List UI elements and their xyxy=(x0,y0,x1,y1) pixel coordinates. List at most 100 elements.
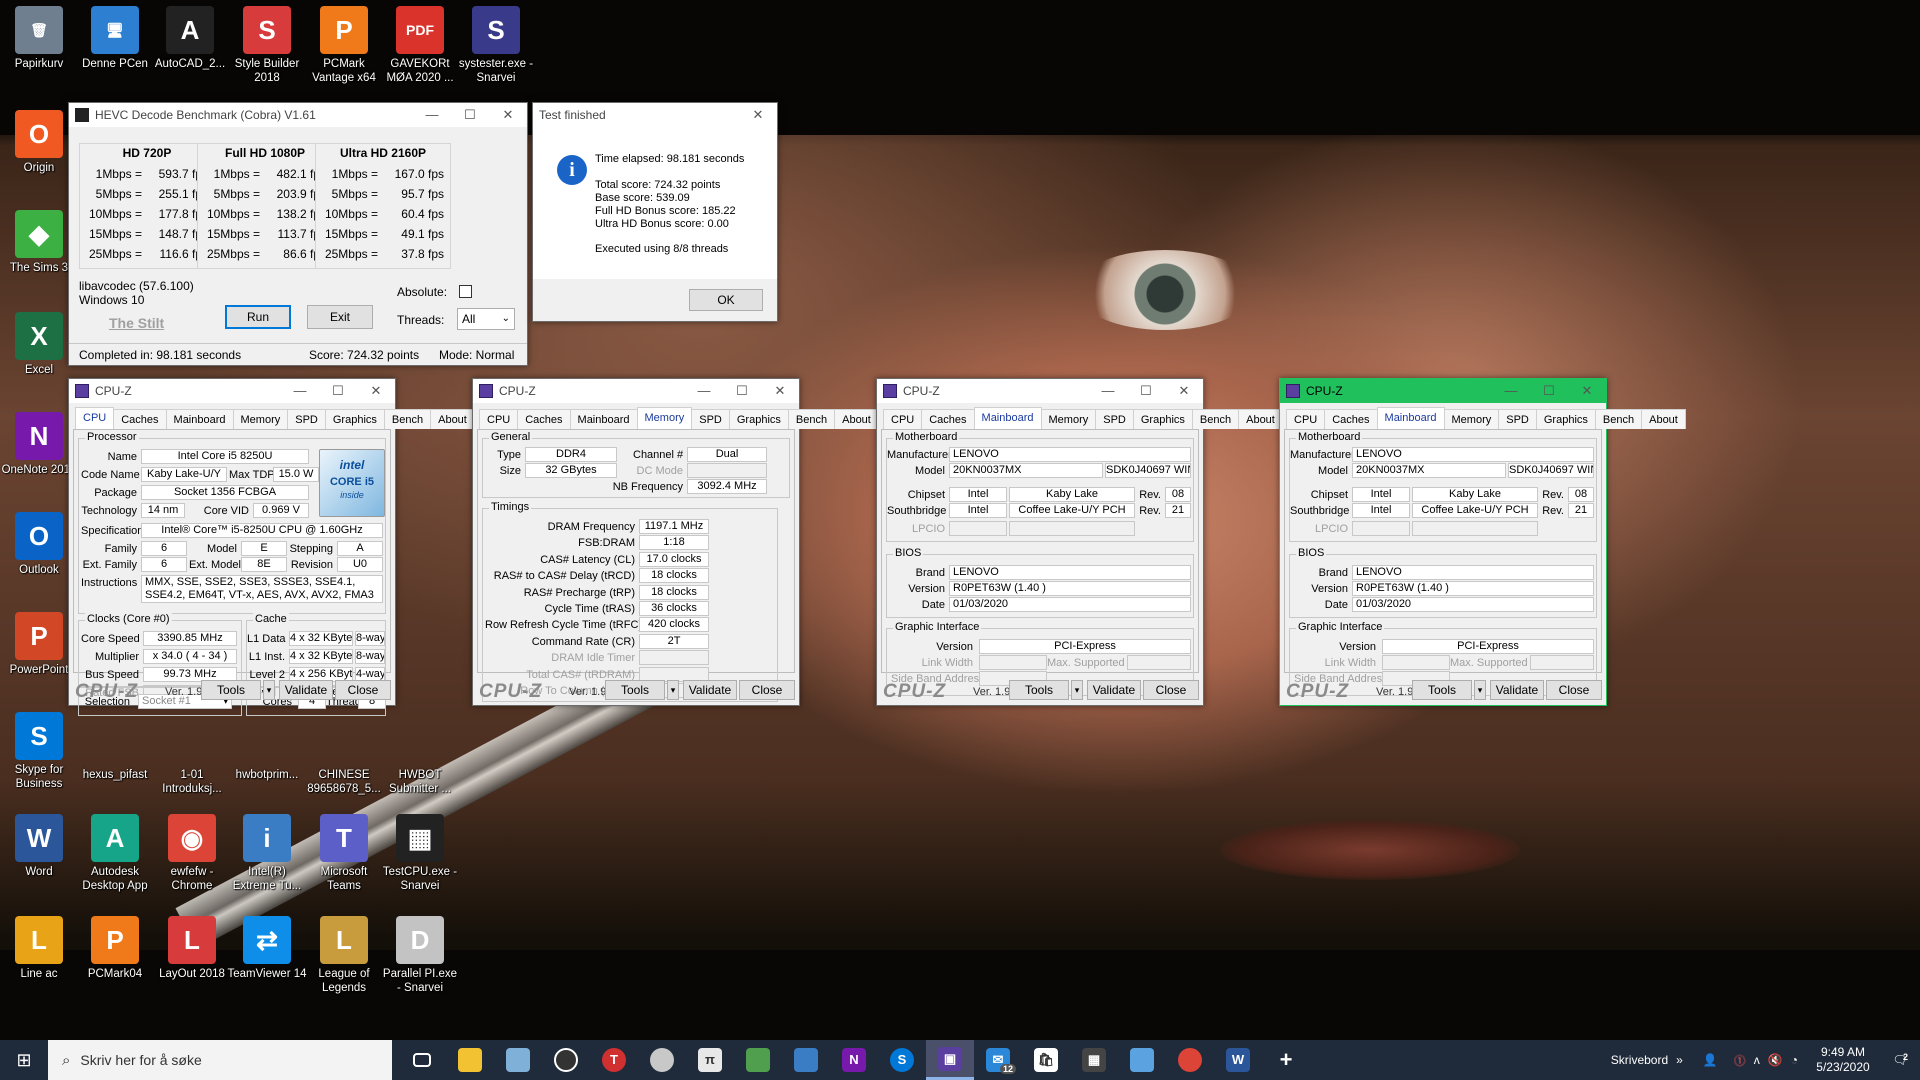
search-box[interactable]: ⌕ Skriv her for å søke xyxy=(48,1040,392,1080)
notes-app-icon[interactable] xyxy=(494,1040,542,1080)
desktop-icon[interactable]: ⇄ TeamViewer 14 xyxy=(227,916,307,981)
tab-about[interactable]: About xyxy=(430,409,475,429)
tab-spd[interactable]: SPD xyxy=(1095,409,1134,429)
close-icon[interactable]: ✕ xyxy=(739,103,777,127)
chrome-icon[interactable] xyxy=(1166,1040,1214,1080)
desktop-icon[interactable]: 🖥 Denne PCen xyxy=(75,6,155,71)
desktop-icon[interactable]: S Style Builder 2018 xyxy=(227,6,307,85)
desktop-icon[interactable]: ◉ ewfefw - Chrome xyxy=(152,814,232,893)
alert-icon[interactable]: ⓵ xyxy=(1734,1052,1746,1069)
task-view-icon[interactable] xyxy=(398,1040,446,1080)
onenote-icon[interactable]: N xyxy=(830,1040,878,1080)
tools-button[interactable]: Tools xyxy=(1412,680,1472,700)
tools-dropdown-button[interactable]: ▾ xyxy=(1474,680,1486,700)
close-icon[interactable]: ✕ xyxy=(357,379,395,403)
tab-cpu[interactable]: CPU xyxy=(883,409,923,429)
tab-cpu[interactable]: CPU xyxy=(75,407,115,429)
ok-button[interactable]: OK xyxy=(689,289,763,311)
tab-bench[interactable]: Bench xyxy=(787,409,836,429)
desktop-toolbar-label[interactable]: Skrivebord xyxy=(1611,1053,1668,1067)
tab-cpu[interactable]: CPU xyxy=(1286,409,1326,429)
dialog-titlebar[interactable]: Test finished ✕ xyxy=(533,103,777,127)
chevron-right-icon[interactable]: » xyxy=(1676,1053,1683,1067)
chart-app-icon[interactable] xyxy=(734,1040,782,1080)
tab-caches[interactable]: Caches xyxy=(113,409,167,429)
tab-memory[interactable]: Memory xyxy=(232,409,289,429)
close-icon[interactable]: ✕ xyxy=(1165,379,1203,403)
tab-cpu[interactable]: CPU xyxy=(479,409,519,429)
tab-mainboard[interactable]: Mainboard xyxy=(973,407,1042,429)
close-button[interactable]: Close xyxy=(1143,680,1199,700)
desktop-icon[interactable]: A Autodesk Desktop App xyxy=(75,814,155,893)
cpuz-titlebar[interactable]: CPU-Z — ☐ ✕ xyxy=(69,379,395,403)
tab-graphics[interactable]: Graphics xyxy=(728,409,789,429)
hevc-titlebar[interactable]: HEVC Decode Benchmark (Cobra) V1.61 — ☐ … xyxy=(69,103,527,127)
close-button[interactable]: Close xyxy=(1546,680,1602,700)
validate-button[interactable]: Validate xyxy=(1087,680,1141,700)
cpuz-titlebar[interactable]: CPU-Z — ☐ ✕ xyxy=(877,379,1203,403)
cpuz-window[interactable]: CPU-Z — ☐ ✕ CPU Caches Mainboard Memory SPD Graph… xyxy=(1279,378,1686,706)
cpuz-taskbar-icon[interactable]: ▣ xyxy=(926,1040,974,1080)
desktop-icon[interactable]: 1-01 Introduksj... xyxy=(152,768,232,796)
minimize-icon[interactable]: — xyxy=(1492,379,1530,403)
desktop-icon[interactable]: A AutoCAD_2... xyxy=(150,6,230,71)
desktop-icon[interactable]: HWBOT Submitter ... xyxy=(380,768,460,796)
absolute-checkbox[interactable] xyxy=(459,285,472,298)
cpuz-titlebar[interactable]: CPU-Z — ☐ ✕ xyxy=(473,379,799,403)
tab-bench[interactable]: Bench xyxy=(1594,409,1643,429)
tools-dropdown-button[interactable]: ▾ xyxy=(1071,680,1083,700)
desktop-icon[interactable]: D Parallel PI.exe - Snarvei xyxy=(380,916,460,995)
tab-caches[interactable]: Caches xyxy=(517,409,571,429)
tab-bench[interactable]: Bench xyxy=(1191,409,1240,429)
tab-about[interactable]: About xyxy=(1641,409,1686,429)
desktop-icon[interactable]: P PCMark Vantage x64 xyxy=(304,6,384,85)
run-button[interactable]: Run xyxy=(225,305,291,329)
clock[interactable]: 9:49 AM 5/23/2020 xyxy=(1806,1045,1880,1075)
close-icon[interactable]: ✕ xyxy=(489,103,527,127)
desktop-icon[interactable]: Ssystester.exe - Snarvei xyxy=(456,6,536,85)
maximize-icon[interactable]: ☐ xyxy=(1127,379,1165,403)
intel-app-icon[interactable] xyxy=(782,1040,830,1080)
people-icon[interactable]: 👤 xyxy=(1703,1053,1718,1067)
tab-spd[interactable]: SPD xyxy=(691,409,730,429)
desktop-icon[interactable]: hexus_pifast xyxy=(75,768,155,782)
desktop-icon[interactable]: i Intel(R) Extreme Tu... xyxy=(227,814,307,893)
desktop-icon[interactable]: P PCMark04 xyxy=(75,916,155,981)
tools-dropdown-button[interactable]: ▾ xyxy=(667,680,679,700)
sync-app-icon[interactable] xyxy=(638,1040,686,1080)
tab-mainboard[interactable]: Mainboard xyxy=(1376,407,1445,429)
tools-button[interactable]: Tools xyxy=(201,680,261,700)
validate-button[interactable]: Validate xyxy=(1490,680,1544,700)
exit-button[interactable]: Exit xyxy=(307,305,373,329)
tab-spd[interactable]: SPD xyxy=(287,409,326,429)
desktop-icon[interactable]: 🗑 Papirkurv xyxy=(0,6,79,71)
tab-mainboard[interactable]: Mainboard xyxy=(165,409,234,429)
tools-button[interactable]: Tools xyxy=(605,680,665,700)
desktop-icon[interactable]: L Line ac xyxy=(0,916,79,981)
credit-link[interactable]: The Stilt xyxy=(109,315,164,331)
tab-spd[interactable]: SPD xyxy=(1498,409,1537,429)
test-finished-dialog[interactable]: Test finished ✕ i Time elapsed: 98.181 s… xyxy=(532,102,778,322)
tab-memory[interactable]: Memory xyxy=(636,407,693,429)
file-explorer-icon[interactable] xyxy=(446,1040,494,1080)
chevron-up-icon[interactable]: ʌ xyxy=(1754,1053,1760,1067)
store-icon[interactable]: 🛍 xyxy=(1022,1040,1070,1080)
threads-select[interactable]: All ⌄ xyxy=(457,308,515,330)
snipping-tool-icon[interactable]: + xyxy=(1262,1040,1310,1080)
tab-caches[interactable]: Caches xyxy=(1324,409,1378,429)
tab-caches[interactable]: Caches xyxy=(921,409,975,429)
desktop-icon[interactable]: CHINESE 89658678_5... xyxy=(304,768,384,796)
window-icon[interactable] xyxy=(1118,1040,1166,1080)
desktop-icon[interactable]: ▦ TestCPU.exe - Snarvei xyxy=(380,814,460,893)
tab-about[interactable]: About xyxy=(834,409,879,429)
desktop-icon[interactable]: PDF GAVEKORt MØA 2020 ... xyxy=(380,6,460,85)
desktop-icon[interactable]: S Skype for Business xyxy=(0,712,79,791)
network-icon[interactable]: ◔ xyxy=(1791,1053,1798,1067)
maximize-icon[interactable]: ☐ xyxy=(451,103,489,127)
tab-memory[interactable]: Memory xyxy=(1040,409,1097,429)
close-icon[interactable]: ✕ xyxy=(1568,379,1606,403)
tab-bench[interactable]: Bench xyxy=(383,409,432,429)
tab-graphics[interactable]: Graphics xyxy=(1535,409,1596,429)
maximize-icon[interactable]: ☐ xyxy=(319,379,357,403)
minimize-icon[interactable]: — xyxy=(413,103,451,127)
